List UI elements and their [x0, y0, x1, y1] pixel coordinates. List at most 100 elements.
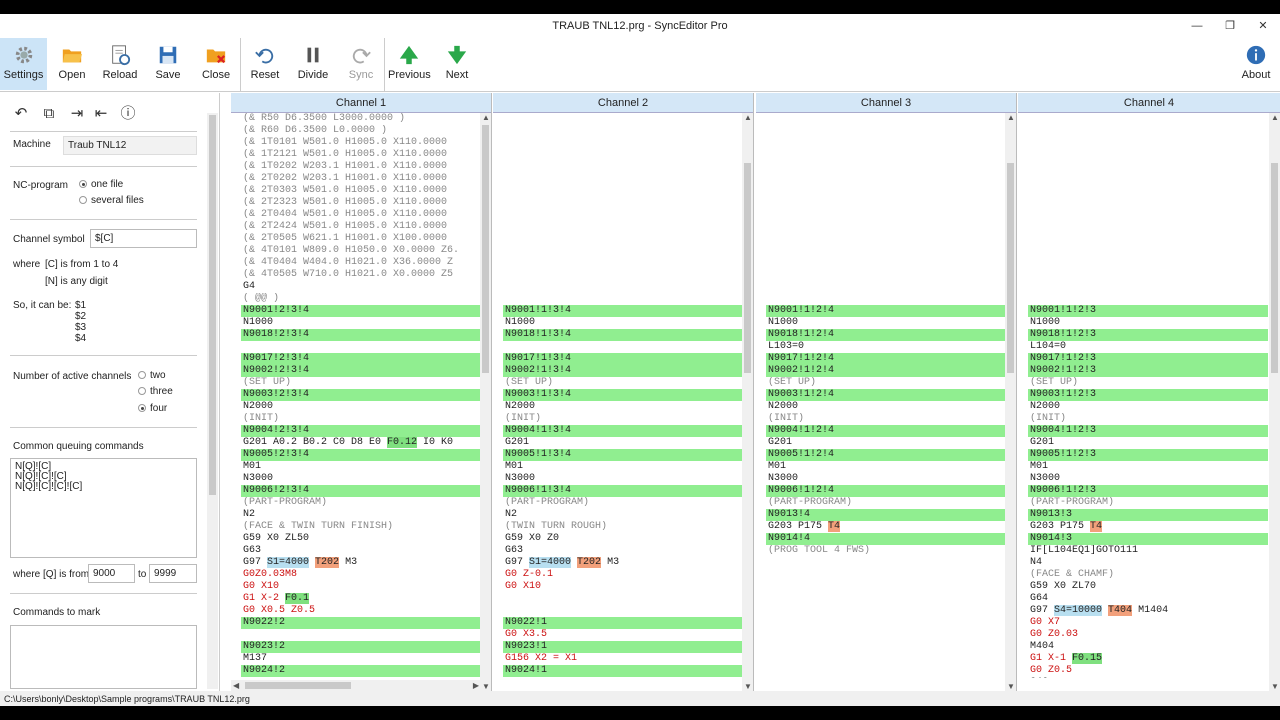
minimize-button[interactable]: — [1185, 18, 1209, 34]
sidebar-scrollbar[interactable] [207, 113, 218, 689]
code-editor[interactable]: (& R50 D6.3500 L3000.0000 ) (& R60 D6.350… [241, 113, 481, 678]
scroll-thumb[interactable] [482, 125, 489, 373]
code-line: N9022!2 [241, 617, 481, 629]
maximize-button[interactable]: ❐ [1218, 18, 1242, 34]
settings-button[interactable]: Settings [0, 38, 47, 90]
code-line: (INIT) [243, 413, 280, 424]
channel-panel-3: Channel 3 N9001!1!2!4 N1000 N9018!1!2!4 L10… [756, 93, 1017, 691]
code-line: G63 [243, 545, 262, 556]
about-button[interactable]: About [1234, 38, 1278, 90]
feed-highlight: F0.15 [1072, 653, 1103, 664]
code-line: N9004!1!3!4 [503, 425, 743, 437]
one-file-radio[interactable] [79, 180, 87, 188]
code-line: L104=0 [1030, 341, 1067, 352]
vertical-scrollbar[interactable]: ▲ ▼ [742, 113, 753, 691]
scroll-thumb[interactable] [1271, 163, 1278, 373]
divider [10, 593, 197, 594]
previous-label: Previous [388, 69, 431, 81]
three-channels-radio[interactable] [138, 387, 146, 395]
divider [10, 427, 197, 428]
code-line: N9023!2 [241, 641, 481, 653]
code-line: G59 X0 Z0 [505, 533, 560, 544]
q-from-input[interactable]: 9000 [88, 564, 135, 583]
four-channels-radio[interactable] [138, 404, 146, 412]
undo-arrow-icon [255, 48, 274, 64]
code-line: N9003!1!3!4 [503, 389, 743, 401]
code-text: M3 [601, 557, 620, 568]
export-icon[interactable]: ⇤ [90, 103, 112, 125]
scroll-thumb[interactable] [744, 163, 751, 373]
scroll-thumb[interactable] [245, 682, 351, 689]
previous-button[interactable]: Previous [388, 38, 431, 90]
mark-textarea[interactable] [10, 625, 197, 689]
machine-value: Traub TNL12 [68, 140, 127, 151]
scroll-thumb[interactable] [1007, 163, 1014, 373]
ncprogram-label: NC-program [13, 180, 69, 191]
code-line: N2 [243, 509, 256, 520]
channel-panel-1: Channel 1 (& R50 D6.3500 L3000.0000 ) (& … [231, 93, 492, 691]
code-text: G1 X-1 [1030, 653, 1073, 664]
code-line: N9014!4 [766, 533, 1006, 545]
q-to-input[interactable]: 9999 [149, 564, 197, 583]
code-line: (& 1T2121 W501.0 H1005.0 X110.0000 [243, 149, 448, 160]
divider [10, 219, 197, 220]
code-line: N9018!1!3!4 [503, 329, 743, 341]
import-icon[interactable]: ⇥ [66, 103, 88, 125]
help-icon[interactable]: ⓘ [117, 103, 139, 125]
four-label: four [150, 403, 168, 414]
reload-file-icon [112, 45, 131, 66]
code-line: G59 X0 ZL70 [1030, 581, 1097, 592]
mark-label: Commands to mark [13, 607, 101, 618]
sync-button[interactable]: Sync [340, 38, 382, 90]
vertical-scrollbar[interactable]: ▲ ▼ [1005, 113, 1016, 691]
open-button[interactable]: Open [52, 38, 92, 90]
two-channels-radio[interactable] [138, 371, 146, 379]
code-line: N9006!2!3!4 [241, 485, 481, 497]
code-line: N9022!1 [503, 617, 743, 629]
save-button[interactable]: Save [148, 38, 188, 90]
channel-symbol-input[interactable]: $[C] [90, 229, 197, 248]
code-line: G0 Z-0.1 [505, 569, 554, 580]
queuing-textarea[interactable]: N[Q]![C] N[Q]![C]![C] N[Q]![C]![C]![C] [10, 458, 197, 558]
close-file-button[interactable]: Close [196, 38, 236, 90]
code-line: (SET UP) [768, 377, 817, 388]
horizontal-scrollbar[interactable]: ◀ ▶ [231, 680, 481, 691]
copy-settings-icon[interactable]: ⧉ [38, 103, 60, 125]
divide-button[interactable]: Divide [292, 38, 334, 90]
code-line: G0 Z0.03 [1030, 629, 1079, 640]
machine-label: Machine [13, 139, 51, 150]
tool-highlight: T404 [1108, 605, 1133, 616]
code-editor[interactable]: N9001!1!2!4 N1000 N9018!1!2!4 L103=0 N9017!1… [766, 113, 1006, 678]
code-line: N9017!1!2!3 [1028, 353, 1268, 365]
code-line: (& 2T0505 W621.1 H1001.0 X100.0000 [243, 233, 448, 244]
code-editor[interactable]: N9001!1!2!3 N1000 N9018!1!2!3 L104=0 N9017!1… [1028, 113, 1268, 678]
code-editor[interactable]: N9001!1!3!4 N1000 N9018!1!3!4 N9017!1!3!4 N9… [503, 113, 743, 678]
several-files-radio[interactable] [79, 196, 87, 204]
close-window-button[interactable]: ✕ [1251, 18, 1275, 34]
code-line: (TWIN TURN ROUGH) [505, 521, 608, 532]
reset-button[interactable]: Reset [244, 38, 286, 90]
vertical-scrollbar[interactable]: ▲ ▼ [480, 113, 491, 691]
machine-select[interactable]: Traub TNL12 [63, 136, 197, 155]
undo-icon[interactable]: ↶ [10, 103, 32, 125]
code-line: N9018!2!3!4 [241, 329, 481, 341]
channel-symbol-label: Channel symbol [13, 234, 85, 245]
scroll-thumb[interactable] [209, 115, 216, 495]
reload-button[interactable]: Reload [99, 38, 141, 90]
code-line: N9002!1!2!4 [766, 365, 1006, 377]
vertical-scrollbar[interactable]: ▲ ▼ [1269, 113, 1280, 691]
code-line: G1 X-2 F0.1 [241, 593, 481, 605]
next-button[interactable]: Next [436, 38, 478, 90]
